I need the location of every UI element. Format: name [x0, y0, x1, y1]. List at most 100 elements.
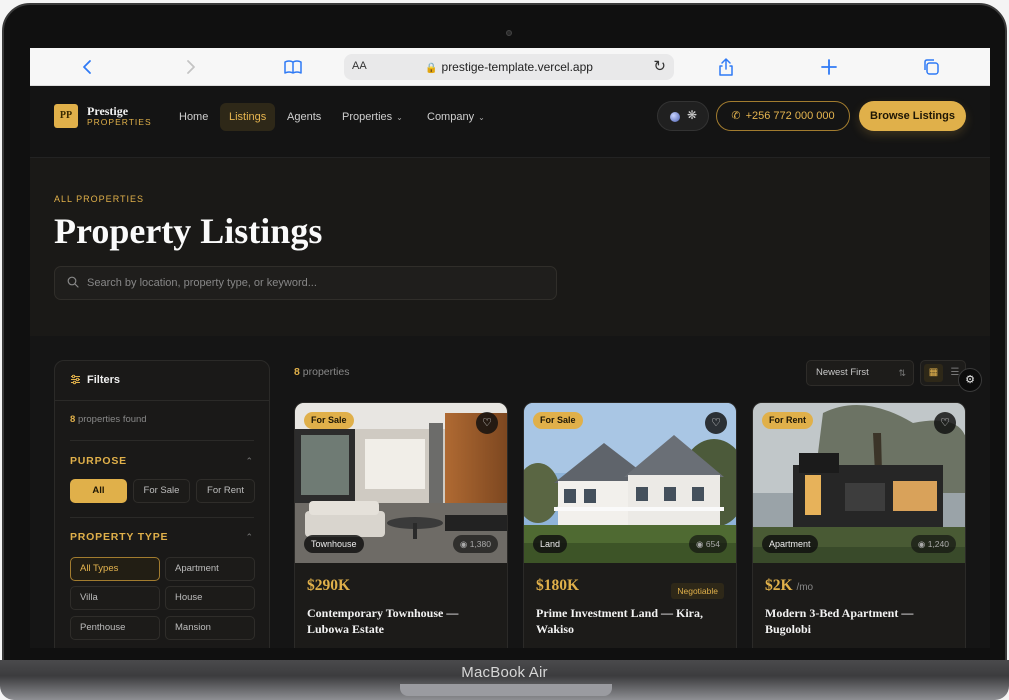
listings-content: Filters 8 properties found PURPOSE ⌃ All…: [30, 336, 990, 648]
price-unit: /mo: [796, 582, 814, 593]
nav-label: Agents: [287, 111, 322, 123]
favorite-heart-icon[interactable]: ♡: [705, 412, 727, 434]
negotiable-tag: Negotiable: [671, 583, 724, 599]
listing-title[interactable]: Contemporary Townhouse — Lubowa Estate: [307, 605, 497, 637]
type-house-chip[interactable]: House: [165, 586, 255, 610]
listing-card[interactable]: For Sale ♡ Townhouse ◉ 1,380 $290K Conte…: [294, 402, 508, 648]
laptop-lid: AA 🔒 prestige-template.vercel.app ↻ PP Pr…: [2, 3, 1007, 667]
browser-toolbar: AA 🔒 prestige-template.vercel.app ↻: [30, 48, 990, 86]
views-count: ◉ 654: [689, 535, 727, 553]
bookmarks-icon[interactable]: [283, 57, 303, 77]
count-text: properties: [302, 366, 350, 378]
listing-price: $2K /mo: [765, 577, 813, 595]
results-found: 8 properties found: [70, 414, 147, 425]
page-title: Property Listings: [54, 211, 323, 251]
sort-value: Newest First: [816, 367, 869, 378]
price-value: $180K: [536, 577, 580, 594]
type-villa-chip[interactable]: Villa: [70, 586, 160, 610]
divider: [70, 440, 254, 441]
status-badge: For Sale: [533, 412, 583, 429]
phone-button[interactable]: ✆ +256 772 000 000: [716, 101, 850, 131]
forward-icon[interactable]: [180, 57, 200, 77]
camera-icon: [506, 30, 512, 36]
purpose-rent-chip[interactable]: For Rent: [196, 479, 255, 503]
phone-number: +256 772 000 000: [745, 110, 835, 122]
screen: AA 🔒 prestige-template.vercel.app ↻ PP Pr…: [30, 48, 990, 648]
eye-icon: ◉: [917, 539, 926, 549]
sliders-icon: [70, 374, 81, 388]
chevron-up-icon[interactable]: ⌃: [245, 532, 253, 543]
property-type-heading[interactable]: PROPERTY TYPE: [70, 531, 168, 543]
sort-arrows-icon: ⇅: [898, 368, 906, 378]
property-type-tag: Land: [533, 535, 568, 553]
count-number: 8: [294, 366, 300, 378]
phone-icon: ✆: [731, 110, 741, 122]
filter-settings-icon[interactable]: ⚙: [958, 368, 982, 392]
laptop-notch: [400, 684, 612, 696]
chevron-up-icon[interactable]: ⌃: [245, 456, 253, 467]
theme-dot-icon: [670, 112, 680, 122]
listing-title[interactable]: Modern 3-Bed Apartment — Bugolobi: [765, 605, 955, 637]
brand-logo[interactable]: PP: [54, 104, 78, 128]
eye-icon: ◉: [696, 539, 704, 549]
nav-agents[interactable]: Agents: [278, 103, 330, 131]
filters-title: Filters: [87, 374, 121, 386]
nav-company-dropdown[interactable]: Company ⌄: [418, 103, 494, 131]
filters-header: Filters: [55, 361, 269, 401]
address-bar[interactable]: AA 🔒 prestige-template.vercel.app ↻: [344, 54, 674, 80]
views-value: 1,380: [469, 539, 491, 549]
nav-label: Properties: [342, 111, 393, 123]
favorite-heart-icon[interactable]: ♡: [934, 412, 956, 434]
property-type-tag: Townhouse: [304, 535, 364, 553]
views-count: ◉ 1,380: [452, 535, 498, 553]
purpose-sale-chip[interactable]: For Sale: [133, 479, 190, 503]
type-all-chip[interactable]: All Types: [70, 557, 160, 581]
search-icon: [67, 276, 79, 291]
eye-icon: ◉: [459, 539, 468, 549]
listing-price: $180K: [536, 577, 579, 595]
grid-view-icon[interactable]: ▦: [924, 364, 943, 382]
listing-card[interactable]: For Sale ♡ Land ◉ 654 $180K Negotiable P…: [523, 402, 737, 648]
status-badge: For Rent: [762, 412, 813, 429]
tabs-overview-icon[interactable]: [921, 57, 941, 77]
lock-icon: 🔒: [425, 63, 438, 74]
listing-title[interactable]: Prime Investment Land — Kira, Wakiso: [536, 605, 726, 637]
palette-icon: ❋: [687, 108, 698, 122]
reload-icon[interactable]: ↻: [653, 57, 666, 75]
property-type-tag: Apartment: [762, 535, 818, 553]
type-penthouse-chip[interactable]: Penthouse: [70, 616, 160, 640]
views-value: 1,240: [927, 539, 949, 549]
site-header: PP Prestige PROPERTIES Home Listings Age…: [30, 86, 990, 158]
theme-toggle[interactable]: ❋: [657, 101, 709, 131]
filters-panel: Filters 8 properties found PURPOSE ⌃ All…: [54, 360, 270, 648]
views-count: ◉ 1,240: [910, 535, 956, 553]
purpose-heading[interactable]: PURPOSE: [70, 455, 127, 467]
share-icon[interactable]: [716, 57, 736, 77]
found-count: 8: [70, 414, 76, 425]
views-value: 654: [705, 539, 720, 549]
browse-listings-button[interactable]: Browse Listings: [859, 101, 966, 131]
nav-label: Listings: [229, 111, 267, 123]
chevron-down-icon: ⌄: [396, 113, 403, 122]
listing-price: $290K: [307, 577, 350, 595]
type-apartment-chip[interactable]: Apartment: [165, 557, 255, 581]
search-input[interactable]: [87, 267, 547, 299]
sort-select[interactable]: Newest First ⇅: [806, 360, 914, 386]
type-mansion-chip[interactable]: Mansion: [165, 616, 255, 640]
new-tab-icon[interactable]: [819, 57, 839, 77]
back-icon[interactable]: [78, 57, 98, 77]
favorite-heart-icon[interactable]: ♡: [476, 412, 498, 434]
purpose-all-chip[interactable]: All: [70, 479, 127, 503]
nav-home[interactable]: Home: [170, 103, 217, 131]
found-text: properties found: [77, 414, 147, 425]
url-text: prestige-template.vercel.app: [441, 60, 593, 74]
listing-card[interactable]: For Rent ♡ Apartment ◉ 1,240 $2K /mo Mod…: [752, 402, 966, 648]
price-value: $290K: [307, 577, 351, 594]
search-box[interactable]: [54, 266, 557, 300]
results-count: 8 properties: [294, 366, 349, 378]
nav-listings[interactable]: Listings: [220, 103, 276, 131]
nav-label: Home: [179, 111, 209, 123]
nav-properties-dropdown[interactable]: Properties ⌄: [333, 103, 412, 131]
device-model-label: MacBook Air: [461, 664, 548, 681]
status-badge: For Sale: [304, 412, 354, 429]
